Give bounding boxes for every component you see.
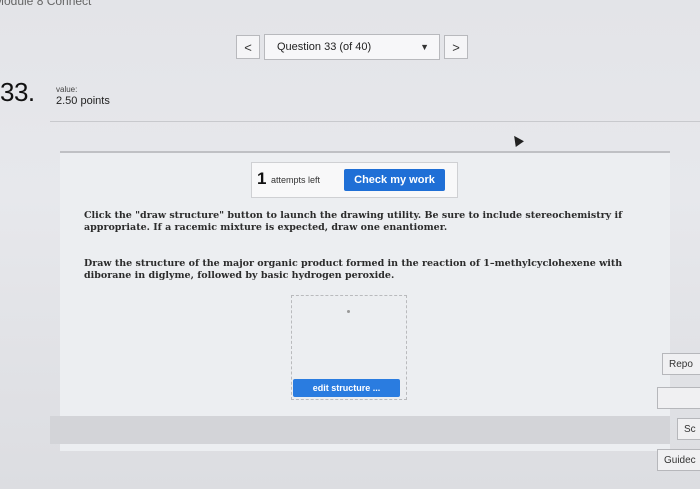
value-label: value: bbox=[56, 85, 78, 94]
side-button[interactable] bbox=[657, 387, 700, 409]
question-select-value: Question 33 (of 40) bbox=[277, 41, 372, 53]
check-my-work-button[interactable]: Check my work bbox=[344, 169, 445, 191]
prev-question-button[interactable]: < bbox=[236, 35, 260, 59]
report-button[interactable]: Repo bbox=[662, 353, 700, 375]
question-number: 33. bbox=[0, 77, 35, 107]
sc-button[interactable]: Sc bbox=[677, 418, 700, 440]
attempts-panel: 1 attempts left Check my work bbox=[251, 162, 458, 198]
question-select[interactable]: Question 33 (of 40) ▼ bbox=[264, 34, 440, 60]
guide-button[interactable]: Guidec bbox=[657, 449, 700, 471]
next-question-button[interactable]: > bbox=[444, 35, 468, 59]
drawing-placeholder-dot bbox=[347, 310, 350, 313]
content-divider bbox=[60, 151, 670, 153]
app-title: Module 8 Connect bbox=[0, 0, 92, 8]
attempts-label: attempts left bbox=[271, 175, 321, 185]
divider bbox=[50, 121, 700, 122]
question-prompt: Draw the structure of the major organic … bbox=[84, 258, 623, 281]
instruction-text: Click the "draw structure" button to lau… bbox=[84, 210, 623, 233]
points-value: 2.50 points bbox=[56, 95, 110, 107]
footer-bar bbox=[50, 416, 670, 444]
question-navigator: < Question 33 (of 40) ▼ > bbox=[236, 34, 468, 60]
edit-structure-button[interactable]: edit structure ... bbox=[293, 379, 400, 397]
caret-down-icon: ▼ bbox=[420, 42, 429, 52]
attempts-count: 1 bbox=[257, 169, 267, 188]
